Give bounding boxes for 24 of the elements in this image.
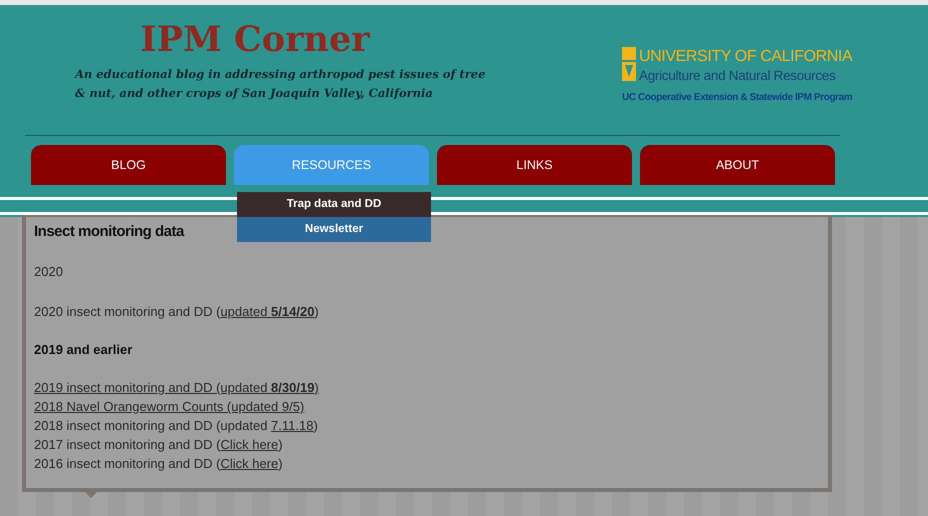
entry-text: 2018 insect monitoring and DD (updated 7.11.18) <box>34 417 319 435</box>
nav-tab[interactable]: LINKS <box>437 145 632 185</box>
nav-tab[interactable]: RESOURCES <box>234 145 429 185</box>
seal-icon <box>622 47 636 81</box>
entry-link[interactable]: 2018 Navel Orangeworm Counts (updated 9/5) <box>34 397 820 416</box>
tagline: An educational blog in addressing arthropod pest issues of tree & nut, and other crops of San Joaquin Valley, California <box>75 66 486 102</box>
nav-tab[interactable]: BLOG <box>31 145 226 185</box>
program-name: UC Cooperative Extension & Statewide IPM Program <box>622 92 852 103</box>
section-heading: Insect monitoring data <box>34 223 184 240</box>
nav-tab[interactable]: ABOUT <box>640 145 835 185</box>
menu-item[interactable]: Newsletter <box>237 217 431 242</box>
division-name: Agriculture and Natural Resources <box>639 67 836 84</box>
entry-text: 2020 insect monitoring and DD (updated 5/14/20) <box>34 303 320 321</box>
inline-link[interactable]: 7.11.18 <box>271 418 314 433</box>
year-heading: 2019 and earlier <box>34 342 134 357</box>
entry-text: 2020 <box>34 263 64 281</box>
entry-text: 2017 insect monitoring and DD (Click here) <box>34 436 284 454</box>
inline-link[interactable]: Click here <box>220 437 278 452</box>
inline-link[interactable]: Click here <box>220 456 278 471</box>
inline-link[interactable]: updated 5/14/20 <box>220 304 314 319</box>
entry-text: 2016 insect monitoring and DD (Click here) <box>34 455 284 473</box>
menu-item[interactable]: Trap data and DD <box>237 192 431 217</box>
entry-link[interactable]: 2019 insect monitoring and DD (updated 8/30/19) <box>34 378 820 397</box>
university-name: UNIVERSITY OF CALIFORNIA <box>639 47 852 67</box>
